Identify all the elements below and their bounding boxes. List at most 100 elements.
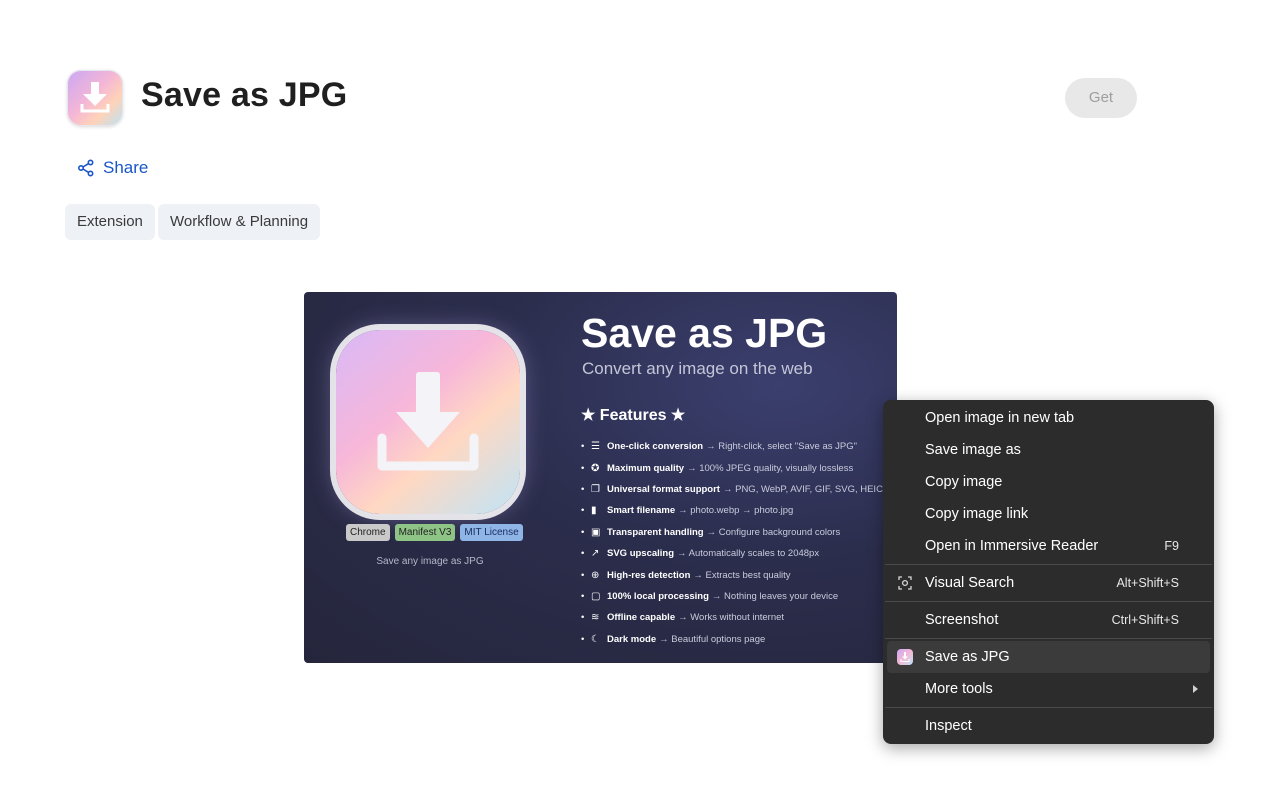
menu-item-visual-search[interactable]: Visual Search Alt+Shift+S xyxy=(887,567,1210,599)
feature-description: → photo.webp → photo.jpg xyxy=(678,505,794,517)
menu-item-label: Inspect xyxy=(925,718,972,734)
menu-item-shortcut: F9 xyxy=(1164,539,1179,553)
menu-item-label: Save as JPG xyxy=(925,649,1010,665)
feature-item: • ▣ Transparent handling → Configure backgr… xyxy=(581,522,883,543)
menu-item-label: Open image in new tab xyxy=(925,410,1075,426)
bullet: • xyxy=(581,526,585,538)
tag-row: Chrome Manifest V3 MIT License xyxy=(346,524,523,541)
chip-icon: ▢ xyxy=(591,590,601,602)
feature-description: → Works without internet xyxy=(678,612,785,624)
menu-item-label: Copy image xyxy=(925,474,1003,490)
screenshot-caption: Save any image as JPG xyxy=(376,556,484,567)
get-button[interactable]: Get xyxy=(1065,78,1137,118)
menu-item-save-as-jpg[interactable]: Save as JPG xyxy=(887,641,1210,673)
bullet: • xyxy=(581,441,585,453)
menu-separator xyxy=(885,707,1212,708)
tag-manifest: Manifest V3 xyxy=(394,524,456,541)
palette-icon: ▣ xyxy=(591,526,601,538)
feature-item: • ▮ Smart filename → photo.webp → photo.jpg xyxy=(581,500,883,521)
feature-item: • ❐ Universal format support → PNG, WebP, A… xyxy=(581,479,883,500)
menu-item-label: Copy image link xyxy=(925,506,1029,522)
medal-icon: ✪ xyxy=(591,462,600,474)
app-icon-large xyxy=(336,330,520,514)
menu-item-open-image-new-tab[interactable]: Open image in new tab xyxy=(887,402,1210,434)
feature-name: Maximum quality xyxy=(607,462,685,474)
menu-separator xyxy=(885,564,1212,565)
feature-item: • ≋ Offline capable → Works without interne… xyxy=(581,607,883,628)
feature-item: • ⊕ High-res detection → Extracts best qual… xyxy=(581,564,883,585)
screenshot-image[interactable]: Chrome Manifest V3 MIT License Save any … xyxy=(304,292,897,663)
feature-description: → Automatically scales to 2048px xyxy=(677,548,820,560)
menu-item-save-image-as[interactable]: Save image as xyxy=(887,434,1210,466)
download-icon xyxy=(377,372,479,471)
bullet: • xyxy=(581,505,585,517)
page-title: Save as JPG xyxy=(141,76,348,114)
feature-name: High-res detection xyxy=(607,569,691,581)
menu-item-label: Visual Search xyxy=(925,575,1015,591)
feature-description: → Right-click, select "Save as JPG" xyxy=(706,441,857,453)
menu-item-label: Save image as xyxy=(925,442,1021,458)
feature-name: 100% local processing xyxy=(607,590,709,602)
menu-item-shortcut: Alt+Shift+S xyxy=(1116,576,1179,590)
menu-item-immersive-reader[interactable]: Open in Immersive Reader F9 xyxy=(887,530,1210,562)
menu-item-shortcut: Ctrl+Shift+S xyxy=(1111,613,1179,627)
file-icon: ▮ xyxy=(591,505,597,517)
screenshot-subtitle: Convert any image on the web xyxy=(582,359,813,378)
menu-item-label: More tools xyxy=(925,681,993,697)
visual-search-icon xyxy=(898,576,912,590)
app-icon xyxy=(67,70,123,126)
documents-icon: ❐ xyxy=(591,483,600,495)
feature-item: • ▢ 100% local processing → Nothing leaves … xyxy=(581,586,883,607)
menu-item-copy-image-link[interactable]: Copy image link xyxy=(887,498,1210,530)
menu-item-screenshot[interactable]: Screenshot Ctrl+Shift+S xyxy=(887,604,1210,636)
tag-chrome: Chrome xyxy=(346,524,390,541)
menu-item-label: Screenshot xyxy=(925,612,999,628)
bullet: • xyxy=(581,612,585,624)
feature-item: • ☾ Dark mode → Beautiful options page xyxy=(581,629,883,650)
share-icon xyxy=(77,159,94,177)
upscale-arrow-icon: ↗ xyxy=(591,548,600,560)
feature-item: • ↗ SVG upscaling → Automatically scales to… xyxy=(581,543,883,564)
menu-item-inspect[interactable]: Inspect xyxy=(887,710,1210,742)
feature-description: → Nothing leaves your device xyxy=(711,590,839,602)
pointer-icon: ☰ xyxy=(591,441,600,453)
tag-license: MIT License xyxy=(460,524,523,541)
menu-item-label: Open in Immersive Reader xyxy=(925,538,1099,554)
chip-workflow-planning[interactable]: Workflow & Planning xyxy=(158,204,321,240)
feature-description: → Extracts best quality xyxy=(693,569,791,581)
share-link[interactable]: Share xyxy=(77,156,148,180)
feature-name: Dark mode xyxy=(607,633,657,645)
menu-separator xyxy=(885,638,1212,639)
bullet: • xyxy=(581,633,585,645)
feature-name: Transparent handling xyxy=(607,526,704,538)
features-heading: ★ Features ★ xyxy=(581,407,686,424)
bullet: • xyxy=(581,569,585,581)
wifi-off-icon: ≋ xyxy=(591,612,600,624)
feature-name: One-click conversion xyxy=(607,441,704,453)
submenu-arrow-icon xyxy=(1193,685,1198,693)
features-list: • ☰ One-click conversion → Right-click, sel… xyxy=(581,436,883,650)
feature-description: → PNG, WebP, AVIF, GIF, SVG, HEIC xyxy=(722,483,883,495)
menu-separator xyxy=(885,601,1212,602)
feature-description: → Beautiful options page xyxy=(659,633,766,645)
bullet: • xyxy=(581,483,585,495)
save-as-jpg-icon xyxy=(897,649,913,665)
menu-item-more-tools[interactable]: More tools xyxy=(887,673,1210,705)
menu-item-copy-image[interactable]: Copy image xyxy=(887,466,1210,498)
feature-item: • ☰ One-click conversion → Right-click, sel… xyxy=(581,436,883,457)
share-label: Share xyxy=(103,158,149,177)
context-menu: Open image in new tab Save image as Copy… xyxy=(883,400,1214,744)
feature-description: → 100% JPEG quality, visually lossless xyxy=(687,462,854,474)
feature-name: Universal format support xyxy=(607,483,720,495)
magnifier-icon: ⊕ xyxy=(591,569,600,581)
bullet: • xyxy=(581,548,585,560)
bullet: • xyxy=(581,462,585,474)
chip-extension[interactable]: Extension xyxy=(65,204,155,240)
bullet: • xyxy=(581,590,585,602)
screenshot-title: Save as JPG xyxy=(581,310,828,356)
download-icon xyxy=(80,82,110,113)
moon-icon: ☾ xyxy=(591,633,600,645)
feature-item: • ✪ Maximum quality → 100% JPEG quality, vi… xyxy=(581,457,883,478)
feature-name: SVG upscaling xyxy=(607,548,675,560)
feature-name: Smart filename xyxy=(607,505,676,517)
